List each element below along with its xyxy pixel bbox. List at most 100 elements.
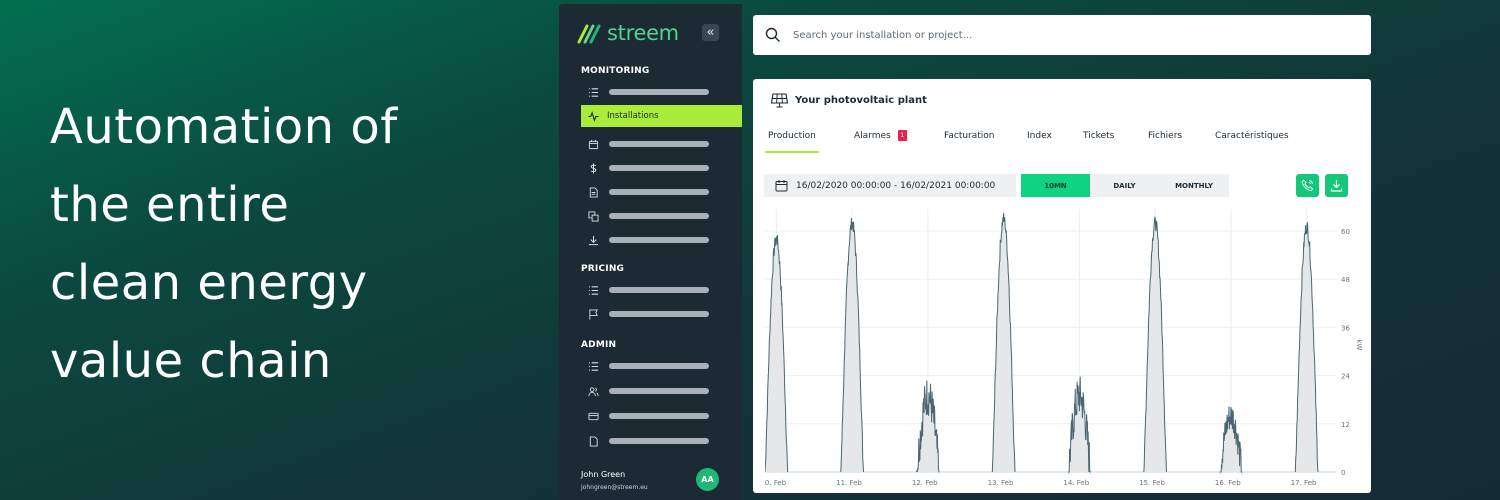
user-email: johngreen@streem.eu: [581, 484, 648, 491]
user-info[interactable]: John Green johngreen@streem.eu: [581, 470, 648, 491]
sidebar-item-document[interactable]: [581, 181, 742, 203]
sidebar-item-installations[interactable]: Installations: [581, 105, 742, 127]
y-tick-label: 12: [1341, 421, 1350, 429]
dollar-icon: [587, 162, 599, 174]
sidebar-item-placeholder: [609, 141, 709, 147]
sidebar-item-files[interactable]: [581, 430, 742, 452]
date-range-value: 16/02/2020 00:00:00 - 16/02/2021 00:00:0…: [796, 180, 996, 191]
section-title-pricing: PRICING: [581, 264, 625, 274]
list-icon: [587, 360, 599, 372]
brand-name: streem: [607, 21, 679, 45]
granularity-monthly-button[interactable]: MONTHLY: [1159, 174, 1229, 197]
x-tick-label: 17. Feb: [1291, 479, 1317, 487]
avatar[interactable]: AA: [696, 468, 719, 491]
search-icon: [765, 27, 780, 42]
y-tick-label: 0: [1341, 469, 1345, 477]
calendar-icon: [587, 138, 599, 150]
chevron-double-left-icon: «: [706, 25, 715, 40]
sidebar-item-placeholder: [609, 189, 709, 195]
sidebar-item-placeholder: [609, 388, 709, 394]
sidebar-item-placeholder: [609, 165, 709, 171]
series-area-day-13: [992, 216, 1015, 475]
series-area-day-17: [1295, 226, 1319, 475]
tab-label: Production: [768, 131, 816, 141]
file-text-icon: [587, 186, 599, 198]
sidebar-item-placeholder: [609, 413, 709, 419]
download-icon: [1330, 180, 1343, 192]
sidebar-item-download[interactable]: [581, 229, 742, 251]
collapse-sidebar-button[interactable]: «: [702, 24, 719, 41]
production-chart-svg: 0 12 24 36 48 60 kW 10. Feb 11. Feb 12. Feb 13. Fe…: [765, 209, 1363, 487]
brand-logo[interactable]: streem: [577, 20, 679, 46]
tab-caracteristiques[interactable]: Caractéristiques: [1215, 131, 1289, 153]
list-icon: [587, 284, 599, 296]
flag-icon: [587, 308, 599, 320]
tab-production[interactable]: Production: [765, 131, 819, 153]
phone-icon: [1301, 179, 1314, 192]
credit-card-icon: [587, 410, 599, 422]
x-tick-label: 10. Feb: [765, 479, 787, 487]
headline-line-4: value chain: [50, 333, 332, 389]
sidebar-item-list[interactable]: [581, 81, 742, 103]
sidebar-item-placeholder: [609, 438, 709, 444]
production-chart: 0 12 24 36 48 60 kW 10. Feb 11. Feb 12. Feb 13. Fe…: [765, 209, 1365, 493]
download-button[interactable]: [1325, 174, 1348, 197]
sidebar-item-placeholder: [609, 363, 709, 369]
sidebar-item-copy[interactable]: [581, 205, 742, 227]
sidebar-item-calendar[interactable]: [581, 133, 742, 155]
sidebar-item-flag[interactable]: [581, 303, 742, 325]
sidebar-item-label: Installations: [607, 111, 659, 121]
calendar-icon: [775, 180, 788, 192]
list-icon: [587, 86, 599, 98]
copy-icon: [587, 210, 599, 222]
search-input[interactable]: [793, 29, 1353, 41]
card-header: Your photovoltaic plant: [771, 93, 927, 108]
sidebar-item-pricing-list[interactable]: [581, 279, 742, 301]
users-icon: [587, 385, 599, 397]
streem-logo-icon: [577, 24, 601, 44]
sidebar-item-placeholder: [609, 311, 709, 317]
tab-label: Facturation: [944, 131, 995, 141]
search-bar: [753, 15, 1371, 55]
tab-alarmes[interactable]: Alarmes 1: [854, 130, 907, 153]
user-name: John Green: [581, 470, 626, 479]
sidebar-item-users[interactable]: [581, 380, 742, 402]
sidebar-item-admin-list[interactable]: [581, 355, 742, 377]
tab-facturation[interactable]: Facturation: [944, 131, 995, 153]
headline-line-2: the entire: [50, 177, 290, 233]
hero-headline: Automation of the entire clean energy va…: [50, 88, 470, 400]
sidebar-item-placeholder: [609, 89, 709, 95]
plant-card: Your photovoltaic plant Production Alarm…: [753, 79, 1371, 493]
activity-icon: [587, 110, 599, 122]
sidebar-item-pricing[interactable]: [581, 157, 742, 179]
x-tick-label: 15. Feb: [1139, 479, 1165, 487]
date-range-picker[interactable]: 16/02/2020 00:00:00 - 16/02/2021 00:00:0…: [764, 174, 1016, 197]
x-tick-label: 16. Feb: [1215, 479, 1241, 487]
download-icon: [587, 234, 599, 246]
card-title: Your photovoltaic plant: [795, 95, 927, 106]
y-tick-label: 48: [1341, 276, 1350, 284]
y-tick-label: 36: [1341, 324, 1350, 332]
sidebar-item-placeholder: [609, 287, 709, 293]
granularity-10mn-button[interactable]: 10MN: [1021, 174, 1090, 197]
tab-label: Caractéristiques: [1215, 131, 1289, 141]
granularity-daily-button[interactable]: DAILY: [1090, 174, 1159, 197]
sidebar-item-placeholder: [609, 213, 709, 219]
tab-tickets[interactable]: Tickets: [1083, 131, 1114, 153]
x-tick-label: 14. Feb: [1063, 479, 1089, 487]
section-title-admin: ADMIN: [581, 340, 617, 350]
tab-label: Alarmes: [854, 131, 891, 141]
tab-label: Tickets: [1083, 131, 1115, 141]
file-icon: [587, 435, 599, 447]
sidebar: streem « MONITORING Installations PRICIN…: [559, 4, 742, 500]
tab-index[interactable]: Index: [1027, 131, 1052, 153]
section-title-monitoring: MONITORING: [581, 66, 650, 76]
sidebar-item-billing[interactable]: [581, 405, 742, 427]
call-button[interactable]: [1296, 174, 1319, 197]
sidebar-item-placeholder: [609, 237, 709, 243]
tab-fichiers[interactable]: Fichiers: [1148, 131, 1182, 153]
tab-bar: Production Alarmes 1 Facturation Index Ti…: [765, 130, 1365, 153]
headline-line-1: Automation of: [50, 99, 398, 155]
y-tick-label: 24: [1341, 373, 1350, 381]
x-tick-label: 12. Feb: [912, 479, 938, 487]
